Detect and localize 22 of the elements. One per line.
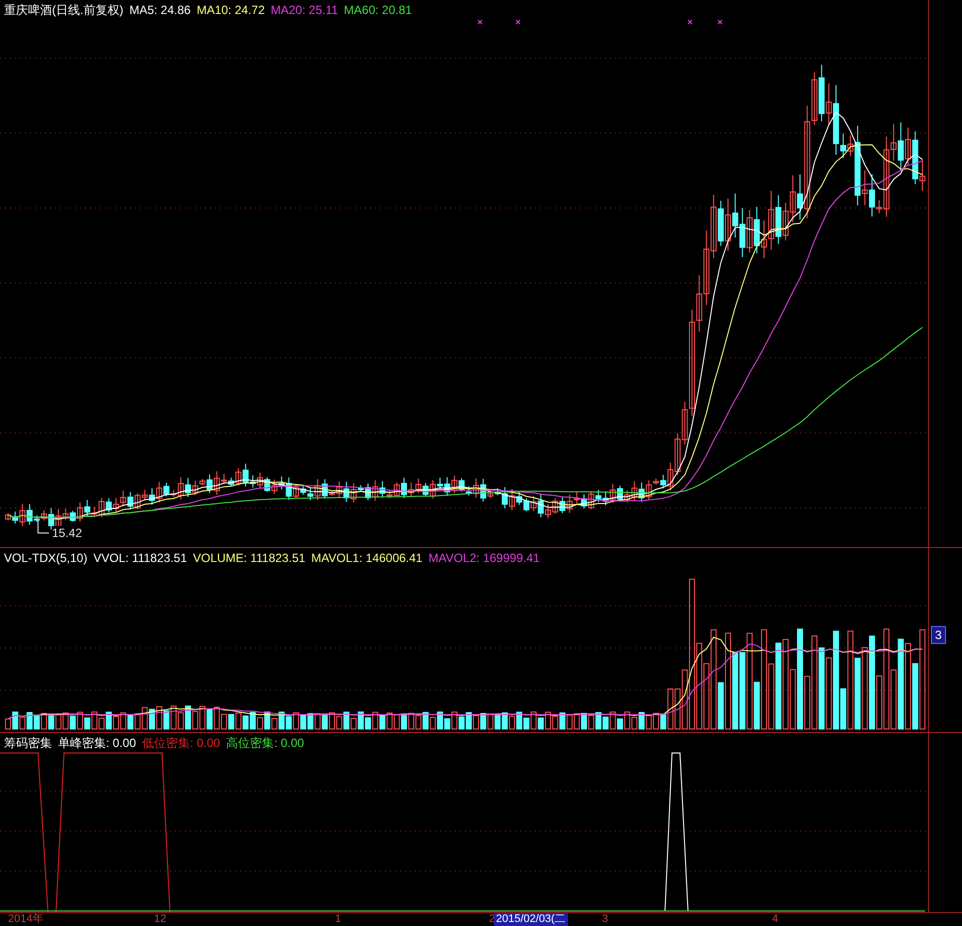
time-axis-label: 4 xyxy=(771,913,780,926)
volume-value: VOL-TDX(5,10) xyxy=(4,551,88,566)
ma-value: MA60: 20.81 xyxy=(344,3,412,18)
time-axis-label: 1 xyxy=(334,913,342,926)
time-axis-label: 3 xyxy=(601,913,610,926)
indicator-value: 低位密集: 0.00 xyxy=(142,736,220,751)
volume-value: VOLUME: 111823.51 xyxy=(193,551,306,566)
ma-value: MA5: 24.86 xyxy=(129,3,191,18)
time-axis-label: 2015/02/03(二 xyxy=(494,913,568,926)
stock-title: 重庆啤酒(日线.前复权) xyxy=(4,3,124,18)
time-axis-label: 2014年 xyxy=(7,913,44,926)
axis-value-badge: 3 xyxy=(931,626,946,644)
indicator-value: 筹码密集 xyxy=(4,736,52,751)
ma-value: MA20: 25.11 xyxy=(270,3,338,18)
indicator-value: 单峰密集: 0.00 xyxy=(58,736,136,751)
low-price-label: 15.42 xyxy=(52,526,82,540)
indicator-value: 高位密集: 0.00 xyxy=(226,736,304,751)
ma-value: MA10: 24.72 xyxy=(196,3,265,18)
time-axis-label: 12 xyxy=(153,913,168,926)
volume-value: MAVOL1: 146006.41 xyxy=(311,551,422,566)
volume-value: MAVOL2: 169999.41 xyxy=(428,551,540,566)
volume-value: VVOL: 111823.51 xyxy=(93,551,187,566)
